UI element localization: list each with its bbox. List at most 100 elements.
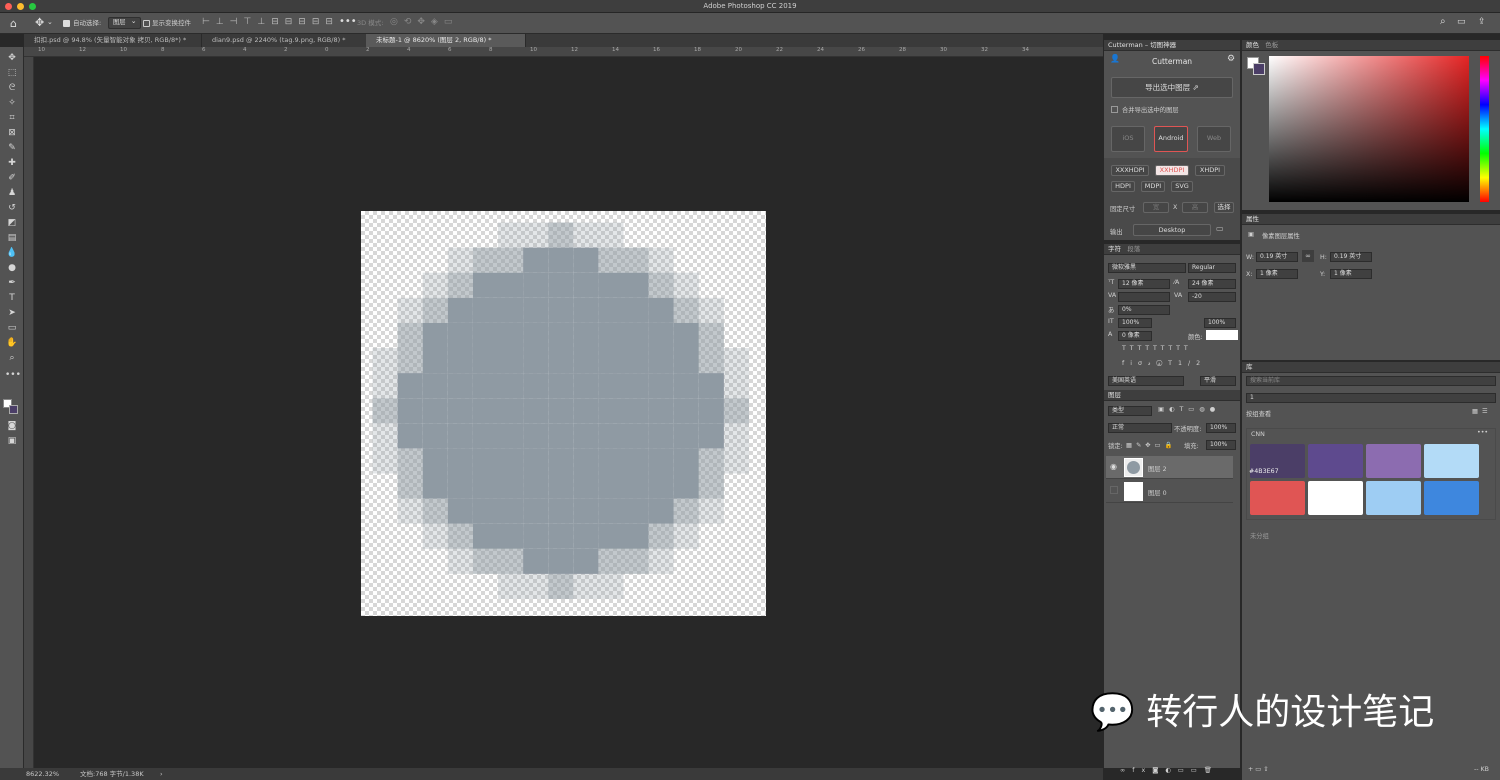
link-icon[interactable]: ∞: [1302, 250, 1314, 262]
horizontal-scale-input[interactable]: 100%: [1204, 318, 1236, 328]
auto-select-dropdown[interactable]: 图层: [108, 16, 141, 29]
width-field[interactable]: 0.19 英寸: [1256, 252, 1298, 262]
density-xxhdpi[interactable]: XXHDPI: [1155, 165, 1189, 176]
layer-footer-icons[interactable]: ∞fx◙◐▭▭🗑: [1120, 766, 1219, 774]
quick-mask-icon[interactable]: ◙: [5, 420, 19, 433]
background-color-swatch[interactable]: [9, 405, 18, 414]
crop-tool-icon[interactable]: ⌗: [5, 112, 19, 125]
hand-tool-icon[interactable]: ✋: [5, 337, 19, 350]
cutterman-tab[interactable]: Cutterman – 切图神器: [1104, 40, 1240, 51]
marquee-tool-icon[interactable]: ⬚: [5, 67, 19, 80]
tracking-input[interactable]: -20: [1188, 292, 1236, 302]
density-hdpi[interactable]: HDPI: [1111, 181, 1135, 192]
color-swatch[interactable]: [1308, 481, 1363, 515]
blend-mode-select[interactable]: 正常: [1108, 423, 1172, 433]
move-tool-icon[interactable]: ✥: [35, 16, 44, 29]
platform-android[interactable]: Android: [1154, 126, 1188, 152]
library-search-input[interactable]: 搜索当前库: [1246, 376, 1496, 386]
healing-tool-icon[interactable]: ✚: [5, 157, 19, 170]
group-name[interactable]: CNN: [1251, 431, 1265, 438]
color-swatch[interactable]: [1424, 481, 1479, 515]
gear-icon[interactable]: ⚙: [1227, 54, 1235, 64]
choose-button[interactable]: 选择: [1214, 202, 1234, 213]
width-input[interactable]: 宽: [1143, 202, 1169, 213]
properties-tab[interactable]: 属性: [1242, 214, 1500, 225]
y-field[interactable]: 1 像素: [1330, 269, 1372, 279]
kerning-input[interactable]: [1118, 292, 1170, 302]
show-transform-checkbox[interactable]: [143, 20, 150, 27]
gradient-tool-icon[interactable]: ▤: [5, 232, 19, 245]
density-mdpi[interactable]: MDPI: [1141, 181, 1165, 192]
fill-input[interactable]: 100%: [1206, 440, 1236, 450]
merge-checkbox[interactable]: [1111, 106, 1118, 113]
brush-tool-icon[interactable]: ✐: [5, 172, 19, 185]
view-by-select[interactable]: 按组查看: [1246, 409, 1271, 418]
visibility-toggle[interactable]: [1110, 486, 1118, 494]
share-icon[interactable]: ⇪: [1478, 17, 1486, 27]
layer-row[interactable]: 图层 0: [1106, 480, 1233, 503]
stamp-tool-icon[interactable]: ♟: [5, 187, 19, 200]
library-select[interactable]: 1: [1246, 393, 1496, 403]
document-canvas[interactable]: [361, 211, 766, 616]
zoom-tool-icon[interactable]: ⌕: [5, 352, 19, 365]
move-tool-icon[interactable]: ✥: [5, 52, 19, 65]
platform-ios[interactable]: iOS: [1111, 126, 1145, 152]
output-select[interactable]: Desktop: [1133, 224, 1211, 236]
tsume-input[interactable]: 0%: [1118, 305, 1170, 315]
text-color-swatch[interactable]: [1206, 330, 1238, 340]
eraser-tool-icon[interactable]: ◩: [5, 217, 19, 230]
auto-select-checkbox[interactable]: [63, 20, 70, 27]
font-family-select[interactable]: 微软雅黑: [1108, 263, 1186, 273]
eyedropper-tool-icon[interactable]: ✎: [5, 142, 19, 155]
view-mode-icons[interactable]: ▦☰: [1472, 408, 1492, 415]
tab-character[interactable]: 字符: [1108, 245, 1121, 253]
tab-untitled-1[interactable]: 未标题-1 @ 8620% (图层 2, RGB/8) *: [366, 34, 526, 47]
workspace-icon[interactable]: ▭: [1457, 17, 1466, 27]
more-icon[interactable]: •••: [339, 16, 357, 27]
frame-tool-icon[interactable]: ⊠: [5, 127, 19, 140]
layers-tab[interactable]: 图层: [1104, 390, 1240, 401]
lock-icons[interactable]: ▦✎✥▭🔒: [1126, 441, 1176, 449]
font-style-select[interactable]: Regular: [1188, 263, 1236, 273]
tab-kouKou[interactable]: 扣扣.psd @ 94.8% (矢量智能对象 拷贝, RGB/8*) *: [24, 34, 202, 47]
tab-dian9[interactable]: dian9.psd @ 2240% (tag.9.png, RGB/8) *: [202, 34, 385, 47]
export-button[interactable]: 导出选中图层 ⇗: [1111, 77, 1233, 98]
tab-color[interactable]: 颜色: [1246, 41, 1259, 49]
opacity-input[interactable]: 100%: [1206, 423, 1236, 433]
magic-wand-tool-icon[interactable]: ✧: [5, 97, 19, 110]
density-svg[interactable]: SVG: [1171, 181, 1193, 192]
group-more-icon[interactable]: •••: [1477, 429, 1488, 436]
type-tool-icon[interactable]: T: [5, 292, 19, 305]
blur-tool-icon[interactable]: 💧: [5, 247, 19, 260]
folder-icon[interactable]: ▭: [1216, 224, 1224, 233]
color-swatch[interactable]: [1250, 481, 1305, 515]
tab-paragraph[interactable]: 段落: [1127, 245, 1140, 253]
font-size-input[interactable]: 12 像素: [1118, 279, 1170, 289]
hue-slider[interactable]: [1480, 56, 1489, 202]
library-footer-icons[interactable]: + ▭ ⇪: [1248, 766, 1269, 773]
search-icon[interactable]: ⌕: [1440, 16, 1446, 27]
library-tab[interactable]: 库: [1242, 362, 1500, 373]
height-field[interactable]: 0.19 英寸: [1330, 252, 1372, 262]
density-xhdpi[interactable]: XHDPI: [1195, 165, 1225, 176]
home-icon[interactable]: ⌂: [10, 17, 17, 30]
lasso-tool-icon[interactable]: ᘓ: [5, 82, 19, 95]
chevron-right-icon[interactable]: ›: [160, 768, 163, 780]
color-swatch[interactable]: [1424, 444, 1479, 478]
pen-tool-icon[interactable]: ✒: [5, 277, 19, 290]
height-input[interactable]: 高: [1182, 202, 1208, 213]
align-icons[interactable]: ⊢⊥⊣⊤⊥⊟⊟⊟⊟⊟: [202, 17, 339, 27]
language-select[interactable]: 美国英语: [1108, 376, 1184, 386]
color-swatch[interactable]: [1366, 444, 1421, 478]
more-tools-icon[interactable]: •••: [5, 369, 21, 382]
zoom-level[interactable]: 8622.32%: [26, 768, 59, 780]
leading-input[interactable]: 24 像素: [1188, 279, 1236, 289]
filter-icons[interactable]: ▣◐T▭◍●: [1158, 406, 1220, 413]
x-field[interactable]: 1 像素: [1256, 269, 1298, 279]
text-style-icons[interactable]: TTTTTTTTT: [1122, 345, 1192, 352]
rectangle-tool-icon[interactable]: ▭: [5, 322, 19, 335]
color-swatch[interactable]: [1366, 481, 1421, 515]
chevron-down-icon[interactable]: ⌄: [47, 18, 53, 26]
color-field[interactable]: [1269, 56, 1469, 202]
antialias-select[interactable]: 平滑: [1200, 376, 1236, 386]
